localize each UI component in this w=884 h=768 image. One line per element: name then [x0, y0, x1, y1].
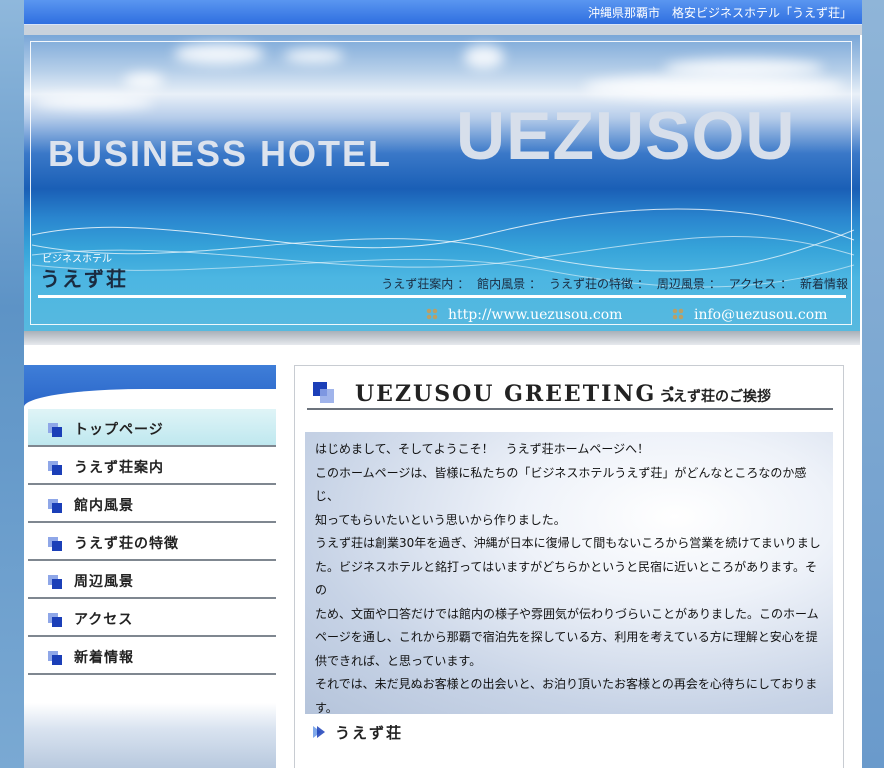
greeting-title-en: UEZUSOU GREETING ： [355, 381, 690, 407]
banner-url-link[interactable]: http://www.uezusou.com [426, 307, 622, 323]
greeting-heading: UEZUSOU GREETING ： うえず荘のご挨拶 [307, 372, 833, 410]
greeting-title-jp: うえず荘のご挨拶 [659, 389, 771, 405]
greeting-paragraph-1: はじめまして、そしてようこそ！ うえず荘ホームページへ！ このホームページは、皆… [315, 442, 807, 527]
sidebar-item-label: うえず荘案内 [74, 460, 164, 476]
banner-nav: うえず荘案内： 館内風景： うえず荘の特徴： 周辺風景： アクセス： 新着情報 [381, 277, 848, 291]
sidebar-item-access[interactable]: アクセス [28, 599, 276, 637]
sidebar-item-label: 新着情報 [74, 650, 134, 666]
sidebar: トップページ うえず荘案内 館内風景 うえず荘の特徴 周辺風景 アクセス 新着情… [24, 365, 276, 768]
sidebar-item-label: うえず荘の特徴 [74, 536, 179, 552]
banner-nav-interior[interactable]: 館内風景 [477, 277, 525, 291]
banner-email-link[interactable]: info@uezusou.com [672, 307, 827, 323]
banner-nav-guide[interactable]: うえず荘案内 [381, 277, 453, 291]
banner-logo-jp: うえず荘 [40, 267, 128, 291]
square-bullet-icon [313, 382, 335, 404]
sidebar-item-label: トップページ [74, 422, 164, 438]
arrow-bullet-icon [313, 726, 325, 738]
banner-title-uezusou: UEZUSOU [456, 98, 796, 174]
greeting-message: はじめまして、そしてようこそ！ うえず荘ホームページへ！ このホームページは、皆… [305, 432, 833, 715]
sidebar-item-news[interactable]: 新着情報 [28, 637, 276, 675]
right-background-gutter [862, 0, 884, 768]
banner-nav-surroundings[interactable]: 周辺風景 [657, 277, 705, 291]
top-bar-text: 沖縄県那覇市 格安ビジネスホテル「うえず荘」 [587, 6, 852, 20]
sidebar-item-surroundings[interactable]: 周辺風景 [28, 561, 276, 599]
sidebar-item-label: 館内風景 [74, 498, 134, 514]
square-bullet-icon [48, 461, 62, 475]
dots-icon [672, 308, 684, 320]
banner-nav-features[interactable]: うえず荘の特徴 [549, 277, 633, 291]
sidebar-item-features[interactable]: うえず荘の特徴 [28, 523, 276, 561]
header-banner: BUSINESS HOTEL UEZUSOU ビジネスホテル うえず荘 うえず荘… [24, 35, 860, 331]
dots-icon [426, 308, 438, 320]
square-bullet-icon [48, 537, 62, 551]
sidebar-item-label: 周辺風景 [74, 574, 134, 590]
sidebar-item-top-page[interactable]: トップページ [28, 409, 276, 447]
square-bullet-icon [48, 423, 62, 437]
banner-divider [38, 295, 846, 298]
top-bar: 沖縄県那覇市 格安ビジネスホテル「うえず荘」 [24, 0, 862, 25]
sidebar-item-guide[interactable]: うえず荘案内 [28, 447, 276, 485]
square-bullet-icon [48, 499, 62, 513]
main-content: UEZUSOU GREETING ： うえず荘のご挨拶 はじめまして、そしてよう… [294, 365, 844, 768]
section-heading-uezusou: うえず荘 [311, 722, 403, 743]
header-strip [24, 25, 862, 35]
greeting-paragraph-2: うえず荘は創業30年を過ぎ、沖縄が日本に復帰して間もないころから営業を続けてまい… [315, 536, 821, 715]
sidebar-item-interior[interactable]: 館内風景 [28, 485, 276, 523]
banner-nav-access[interactable]: アクセス [729, 277, 776, 291]
sidebar-nav: トップページ うえず荘案内 館内風景 うえず荘の特徴 周辺風景 アクセス 新着情… [28, 409, 276, 675]
sidebar-item-label: アクセス [74, 612, 134, 628]
banner-title-business-hotel: BUSINESS HOTEL [48, 133, 393, 174]
square-bullet-icon [48, 651, 62, 665]
sidebar-footer-decoration [24, 703, 276, 768]
square-bullet-icon [48, 575, 62, 589]
sidebar-header-decoration [24, 365, 276, 407]
banner-nav-news[interactable]: 新着情報 [800, 277, 848, 291]
banner-shadow-strip [24, 331, 860, 345]
square-bullet-icon [48, 613, 62, 627]
